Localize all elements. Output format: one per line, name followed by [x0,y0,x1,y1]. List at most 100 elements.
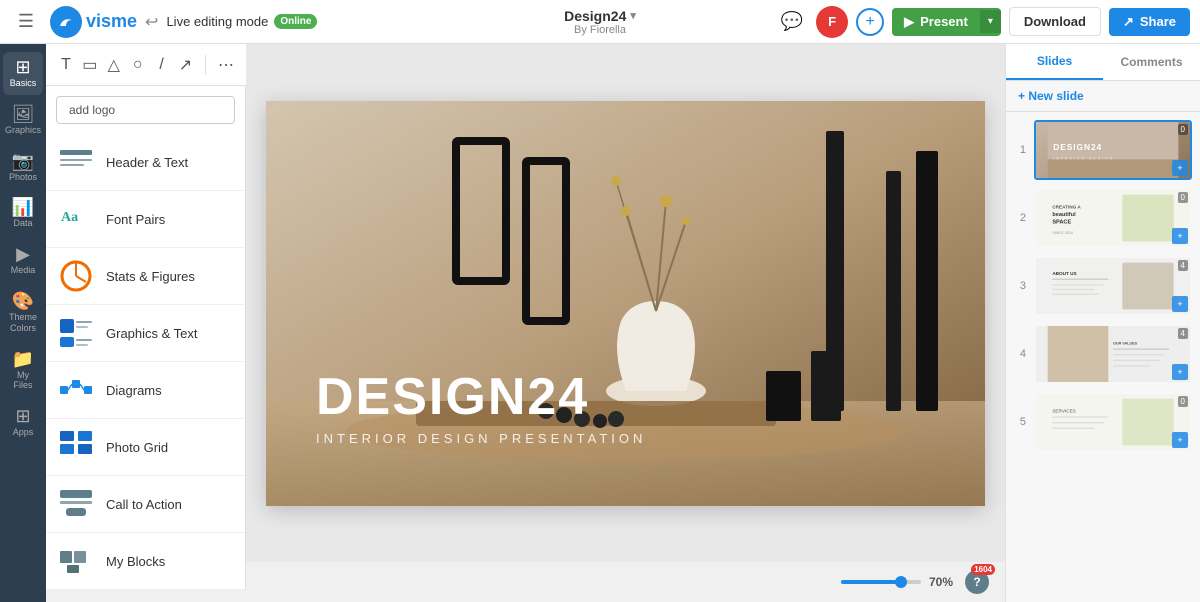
slide-thumb-1[interactable]: DESIGN24 INTERIOR DESIGN 0 + [1034,120,1192,180]
sidebar-item-theme-colors[interactable]: 🎨 Theme Colors [3,286,43,340]
slide-duplicate-3[interactable]: + [1172,296,1188,312]
graphics-label: Graphics [5,125,41,136]
new-slide-button[interactable]: + New slide [1006,81,1200,112]
add-collaborator-button[interactable]: + [856,8,884,36]
slide-item-1[interactable]: 1 DESIGN24 INTERIOR DESIGN 0 + [1014,120,1192,180]
slide-thumb-4[interactable]: OUR VALUES 4 + [1034,324,1192,384]
present-chevron-icon: ▾ [988,16,993,27]
slide-item-4[interactable]: 4 OUR VALUES 4 + [1014,324,1192,384]
my-blocks-label: My Blocks [106,554,165,569]
my-files-icon: 📁 [12,350,34,368]
slide-thumb-2[interactable]: CREATING A beautiful SPACE SINCE 2024 0 … [1034,188,1192,248]
slide1-preview: DESIGN24 INTERIOR DESIGN [1036,122,1190,178]
help-icon: ? [973,575,980,589]
graphics-text-icon-svg [58,315,94,351]
present-dropdown-button[interactable]: ▾ [980,10,1001,33]
slides-list: 1 DESIGN24 INTERIOR DESIGN 0 + [1006,112,1200,602]
block-item-header-text[interactable]: Header & Text [46,134,245,191]
live-badge: Online [274,14,317,29]
slide-badge-3: 4 [1178,260,1188,271]
topbar-right: 💬 F + ▶ Present ▾ Download ↗ Share [776,6,1190,38]
plus-icon: + [865,13,874,31]
slide-badge-2: 0 [1178,192,1188,203]
canvas-slide[interactable]: DESIGN24 INTERIOR DESIGN PRESENTATION [266,101,985,506]
slide-duplicate-2[interactable]: + [1172,228,1188,244]
notification-badge: 1604 [971,564,995,575]
design-title: Design24 [564,8,626,24]
slide-item-2[interactable]: 2 CREATING A beautiful SPACE SINCE 2024 … [1014,188,1192,248]
slide-duplicate-1[interactable]: + [1172,160,1188,176]
more-tool-button[interactable]: ⋯ [218,50,234,80]
slide-number-2: 2 [1014,212,1026,224]
visme-bird-icon [56,12,76,32]
sidebar-item-photos[interactable]: 📷 Photos [3,146,43,189]
hamburger-button[interactable]: ☰ [10,6,42,38]
topbar-left: ☰ visme ↩ Live editing mode Online [10,6,768,38]
present-button-group: ▶ Present ▾ [892,8,1001,36]
media-icon: ▶ [16,245,30,263]
stats-figures-label: Stats & Figures [106,269,195,284]
slide-number-3: 3 [1014,280,1026,292]
apps-icon: ⊞ [15,407,30,425]
circle-tool-button[interactable]: ○ [130,50,146,80]
present-main-button[interactable]: ▶ Present [892,8,980,36]
slide-duplicate-5[interactable]: + [1172,432,1188,448]
rect-tool-button[interactable]: ▭ [82,50,98,80]
line-tool-button[interactable]: / [154,50,170,80]
call-to-action-icon-svg [58,486,94,522]
apps-label: Apps [13,427,34,438]
graphics-text-icon [58,315,94,351]
sidebar-item-data[interactable]: 📊 Data [3,192,43,235]
logo-text: visme [86,11,137,32]
design-title-area[interactable]: Design24 ▾ [564,8,636,24]
block-item-stats-figures[interactable]: Stats & Figures [46,248,245,305]
present-label: Present [920,14,968,29]
share-button[interactable]: ↗ Share [1109,8,1190,36]
slide3-preview: ABOUT US [1036,258,1190,314]
sidebar-item-apps[interactable]: ⊞ Apps [3,401,43,444]
block-item-font-pairs[interactable]: Aa Font Pairs [46,191,245,248]
arrow-tool-button[interactable]: ↗ [178,50,194,80]
avatar-button[interactable]: F [816,6,848,38]
data-icon: 📊 [12,198,34,216]
slide-item-3[interactable]: 3 ABOUT US 4 + [1014,256,1192,316]
sidebar-item-graphics[interactable]: 🖼 Graphics [3,99,43,142]
my-files-label: My Files [7,370,39,392]
canvas-container[interactable]: DESIGN24 INTERIOR DESIGN PRESENTATION [246,44,1005,562]
download-button[interactable]: Download [1009,7,1101,36]
photo-grid-icon-svg [58,429,94,465]
svg-text:Aa: Aa [61,210,78,225]
block-item-diagrams[interactable]: Diagrams [46,362,245,419]
slide-thumb-5[interactable]: SERVICES 0 + [1034,392,1192,452]
zoom-slider[interactable] [841,580,921,584]
basics-label: Basics [10,78,37,89]
diagrams-icon [58,372,94,408]
right-panel: Slides Comments + New slide 1 DESIGN24 I… [1005,44,1200,602]
toolbar-row: T ▭ △ ○ / ↗ ⋯ [46,44,246,86]
tab-slides[interactable]: Slides [1006,44,1103,80]
slide-duplicate-4[interactable]: + [1172,364,1188,380]
svg-text:beautiful: beautiful [1052,212,1076,218]
help-button[interactable]: ? 1604 [965,570,989,594]
slide2-preview: CREATING A beautiful SPACE SINCE 2024 [1036,190,1190,246]
undo-button[interactable]: ↩ [145,12,158,32]
sidebar-item-basics[interactable]: ⊞ Basics [3,52,43,95]
add-logo-button[interactable]: add logo [56,96,235,124]
right-panel-tabs: Slides Comments [1006,44,1200,81]
slide-thumb-3[interactable]: ABOUT US 4 + [1034,256,1192,316]
slide-item-5[interactable]: 5 SERVICES 0 + [1014,392,1192,452]
chat-icon: 💬 [781,11,803,32]
block-item-graphics-text[interactable]: Graphics & Text [46,305,245,362]
triangle-tool-button[interactable]: △ [106,50,122,80]
block-item-call-to-action[interactable]: Call to Action [46,476,245,533]
svg-text:SERVICES: SERVICES [1052,409,1075,414]
zoom-percentage: 70% [929,575,953,589]
chat-button[interactable]: 💬 [776,6,808,38]
tab-comments[interactable]: Comments [1103,44,1200,80]
block-item-my-blocks[interactable]: My Blocks [46,533,245,590]
block-item-photo-grid[interactable]: Photo Grid [46,419,245,476]
sidebar-item-media[interactable]: ▶ Media [3,239,43,282]
main-area: ⊞ Basics 🖼 Graphics 📷 Photos 📊 Data ▶ Me… [0,44,1200,602]
sidebar-item-my-files[interactable]: 📁 My Files [3,344,43,398]
text-tool-button[interactable]: T [58,50,74,80]
